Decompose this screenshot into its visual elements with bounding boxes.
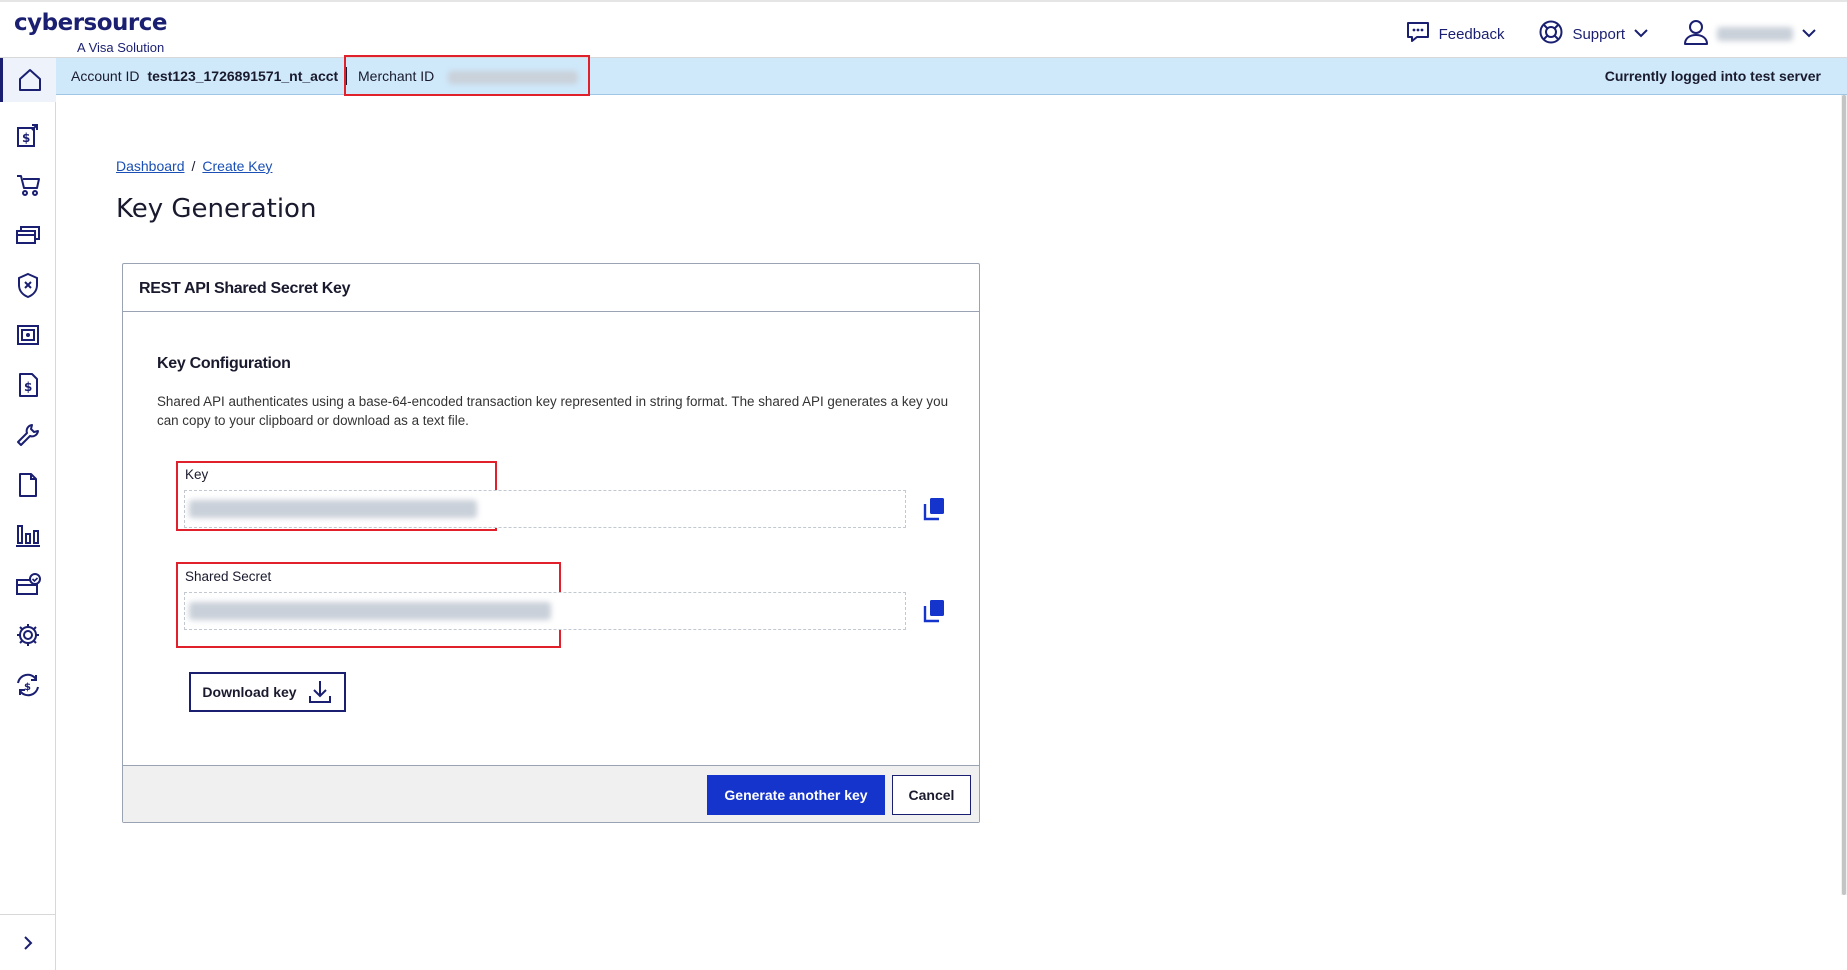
card-title: REST API Shared Secret Key (123, 264, 979, 312)
sidebar-item-reports[interactable] (0, 513, 56, 557)
login-status: Currently logged into test server (1604, 68, 1821, 84)
download-icon (308, 681, 331, 703)
sidebar-item-transfers[interactable]: $ (0, 663, 56, 707)
svg-text:$: $ (22, 131, 30, 145)
chevron-right-icon (24, 935, 33, 950)
shared-secret-field[interactable] (184, 592, 906, 630)
feedback-label: Feedback (1438, 25, 1505, 43)
sidebar-item-tools[interactable] (0, 413, 56, 457)
brand-tagline: A Visa Solution (77, 40, 165, 55)
sidebar-item-home[interactable] (0, 58, 56, 102)
account-id-label: Account ID (71, 68, 140, 84)
sidebar-item-cart[interactable] (0, 163, 56, 207)
bar-chart-icon (16, 525, 40, 547)
breadcrumb: Dashboard / Create Key (116, 158, 272, 174)
top-bar: cybersource A Visa Solution Feedback Sup… (0, 0, 1847, 58)
account-info-bar: Account ID test123_1726891571_nt_acct Mer… (56, 55, 1847, 96)
chevron-down-icon (1633, 26, 1649, 43)
key-field-label: Key (185, 467, 209, 482)
breadcrumb-dashboard-link[interactable]: Dashboard (116, 158, 185, 174)
sidebar-item-settings[interactable] (0, 613, 56, 657)
left-sidebar: $ $ $ (0, 58, 56, 970)
user-chevron-down-icon (1801, 26, 1817, 43)
gear-icon (17, 624, 39, 646)
copy-shared-secret-button[interactable] (919, 596, 949, 626)
merchant-id-label: Merchant ID (358, 68, 435, 84)
cart-icon (17, 175, 40, 196)
sidebar-item-vault[interactable] (0, 313, 56, 357)
wrench-icon (17, 424, 39, 446)
shared-secret-value-redacted (189, 602, 551, 620)
svg-text:$: $ (24, 682, 31, 693)
shared-secret-key-card: REST API Shared Secret Key Key Configura… (122, 263, 980, 823)
copy-key-button[interactable] (919, 494, 949, 524)
user-menu[interactable] (1683, 18, 1817, 50)
cybersource-logo[interactable]: cybersource A Visa Solution (14, 10, 167, 55)
invoice-dollar-icon: $ (19, 373, 38, 397)
safe-icon (17, 325, 39, 345)
sidebar-item-fraud[interactable] (0, 263, 56, 307)
shield-icon (18, 272, 38, 299)
top-actions: Feedback Support (1405, 18, 1817, 50)
cancel-button[interactable]: Cancel (892, 775, 971, 815)
sidebar-item-documents[interactable] (0, 463, 56, 507)
card-footer: Generate another key Cancel (123, 765, 979, 822)
generate-another-key-button[interactable]: Generate another key (707, 775, 885, 815)
user-icon (1683, 18, 1709, 50)
payment-upload-icon: $ (17, 124, 38, 147)
key-field[interactable] (184, 490, 906, 528)
account-id-value: test123_1726891571_nt_acct (147, 68, 339, 84)
merchant-id: Merchant ID (358, 68, 579, 84)
copy-icon (923, 498, 944, 521)
sidebar-expand-button[interactable] (0, 914, 56, 970)
support-menu[interactable]: Support (1538, 19, 1649, 49)
feedback-icon (1405, 20, 1431, 48)
username-redacted (1717, 27, 1793, 41)
shared-secret-field-label: Shared Secret (185, 569, 272, 584)
card-check-icon (16, 573, 41, 595)
merchant-id-redacted (448, 70, 579, 84)
breadcrumb-create-key-link[interactable]: Create Key (202, 158, 272, 174)
sidebar-item-payments[interactable]: $ (0, 113, 56, 157)
support-label: Support (1572, 25, 1625, 43)
sidebar-item-invoices[interactable]: $ (0, 363, 56, 407)
svg-text:$: $ (24, 380, 32, 394)
key-value-redacted (189, 500, 477, 518)
scrollbar-thumb[interactable] (1842, 95, 1846, 895)
download-key-button[interactable]: Download key (189, 672, 346, 712)
breadcrumb-separator: / (191, 158, 196, 174)
section-description: Shared API authenticates using a base-64… (157, 394, 949, 428)
account-id: Account ID test123_1726891571_nt_acct (71, 68, 338, 84)
download-key-label: Download key (202, 684, 297, 700)
home-icon (18, 69, 41, 91)
feedback-button[interactable]: Feedback (1405, 20, 1505, 48)
cards-icon (16, 226, 40, 244)
section-title: Key Configuration (157, 355, 291, 372)
sidebar-item-card-management[interactable] (0, 563, 56, 607)
copy-icon (923, 600, 944, 623)
lifebuoy-icon (1538, 19, 1564, 49)
document-icon (19, 473, 37, 497)
sidebar-item-cards[interactable] (0, 213, 56, 257)
sync-money-icon: $ (17, 673, 39, 697)
brand-name: cybersource (14, 10, 167, 36)
page-title: Key Generation (116, 194, 317, 224)
